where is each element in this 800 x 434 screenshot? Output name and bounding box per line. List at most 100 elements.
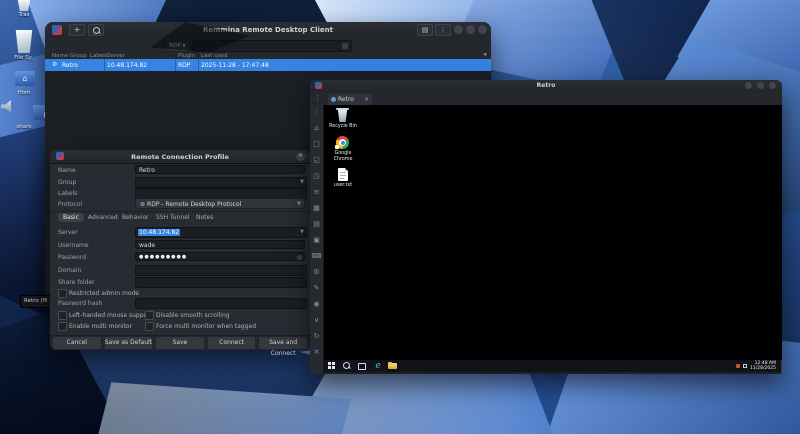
minimize-toolbar-icon[interactable]: ∨ <box>310 316 323 324</box>
tab-basic[interactable]: Basic <box>58 213 84 222</box>
tray-network-icon[interactable] <box>743 364 747 368</box>
row-name: Retro <box>62 62 78 69</box>
screenshot-area-icon[interactable]: ▣ <box>310 236 323 244</box>
rdp-tabstrip: ⋮ Retro × <box>310 92 782 106</box>
text-file-icon <box>338 168 348 181</box>
windows-taskbar: e 12:48 AM 11/28/2025 <box>324 360 782 372</box>
switch-tab-icon[interactable]: ▤ <box>310 220 323 228</box>
name-input[interactable]: Retro <box>135 165 305 174</box>
remote-desktop-view[interactable]: Recycle Bin Google Chrome <box>324 105 782 372</box>
disconnect-icon[interactable]: ✕ <box>310 348 323 356</box>
tab-advanced[interactable]: Advanced <box>88 214 118 221</box>
task-view-button[interactable] <box>358 363 366 370</box>
share-folder-input[interactable] <box>135 277 307 288</box>
tab-notes[interactable]: Notes <box>196 214 213 221</box>
multi-monitor-icon[interactable]: ▦ <box>310 204 323 212</box>
recycle-bin-label: Recycle Bin <box>325 124 361 130</box>
recycle-bin-icon <box>337 109 348 122</box>
force-multi-monitor-label: Force multi monitor when tagged <box>156 323 256 330</box>
save-button[interactable]: Save <box>155 336 205 350</box>
close-button[interactable] <box>478 25 487 34</box>
rdp-maximize-button[interactable] <box>757 82 764 89</box>
dialog-titlebar[interactable]: Remote Connection Profile ✕ <box>50 150 310 164</box>
main-search-row: RDP ▼ <box>45 38 491 54</box>
dialog-title: Remote Connection Profile <box>50 153 310 161</box>
grip-icon[interactable]: ⋮ <box>310 108 323 116</box>
rdp-minimize-button[interactable] <box>745 82 752 89</box>
user-txt-label: user.txt <box>325 183 361 189</box>
protocol-icon: ⊗ <box>136 201 147 208</box>
session-tab[interactable]: Retro × <box>328 94 372 105</box>
session-tab-icon <box>331 97 336 102</box>
share-label: share <box>4 124 44 130</box>
show-password-icon[interactable]: ◎ <box>297 253 302 262</box>
show-desktop-button[interactable] <box>781 360 782 372</box>
session-tab-close-icon[interactable]: × <box>364 96 369 103</box>
tools-icon[interactable]: ✎ <box>310 284 323 292</box>
group-caret-icon: ▼ <box>300 178 304 186</box>
left-handed-mouse-checkbox[interactable] <box>58 311 67 320</box>
file-explorer-button[interactable] <box>388 362 398 370</box>
tray-icon-a[interactable] <box>736 364 740 368</box>
domain-input[interactable] <box>135 265 307 276</box>
main-titlebar[interactable]: + Remmina Remote Desktop Client ▤ ⋮ <box>45 22 491 39</box>
dialog-tabs: Basic Advanced Behavior SSH Tunnel Notes <box>50 213 310 224</box>
main-menu-button[interactable]: ⋮ <box>435 24 451 36</box>
server-value: 10.48.174.82 <box>138 229 180 236</box>
taskbar-clock[interactable]: 12:48 AM 11/28/2025 <box>750 361 776 371</box>
file-system-label: File Sy <box>0 55 46 61</box>
password-hash-label: Password hash <box>58 300 102 307</box>
camera-icon[interactable]: ◉ <box>310 300 323 308</box>
password-input[interactable]: ●●●●●●●●● ◎ <box>135 252 305 261</box>
clear-search-icon[interactable] <box>342 43 348 49</box>
profile-badge-icon: ⚙ <box>52 61 57 68</box>
tab-behavior[interactable]: Behavior <box>122 214 149 221</box>
scaled-mode-icon[interactable]: ◳ <box>310 172 323 180</box>
rdp-window-title: Retro <box>310 82 782 89</box>
refresh-icon[interactable]: ↻ <box>310 332 323 340</box>
tabstrip-menu-icon[interactable]: ⋮ <box>314 94 321 102</box>
fullscreen-icon[interactable]: □ <box>310 140 323 148</box>
share-folder-label: Share folder <box>58 279 95 286</box>
save-and-connect-button[interactable]: Save and Connect <box>258 336 308 350</box>
rdp-close-button[interactable] <box>769 82 776 89</box>
windows-logo-icon <box>328 362 331 365</box>
cancel-button[interactable]: Cancel <box>52 336 102 350</box>
pin-icon[interactable]: ⌂ <box>310 124 323 132</box>
preferences-icon[interactable]: ⚙ <box>310 268 323 276</box>
sort-caret-icon[interactable]: ▼ <box>484 53 487 58</box>
start-button[interactable] <box>328 362 336 370</box>
keyboard-grab-icon[interactable]: ⌨ <box>310 252 323 260</box>
internet-explorer-button[interactable]: e <box>373 360 383 372</box>
restricted-admin-checkbox[interactable] <box>58 289 67 298</box>
rdp-session-window: Retro ⋮ Retro × ⋮ ⌂ □ ◱ ◳ ≡ ▦ ▤ ▣ ⌨ ⚙ <box>310 80 782 374</box>
dialog-close-button[interactable]: ✕ <box>296 152 305 161</box>
clock-date: 11/28/2025 <box>750 366 776 371</box>
connect-button[interactable]: Connect <box>207 336 257 350</box>
enable-multi-monitor-checkbox[interactable] <box>58 322 67 331</box>
maximize-button[interactable] <box>466 25 475 34</box>
username-input[interactable]: wade <box>135 240 305 249</box>
password-hash-input[interactable] <box>135 298 307 309</box>
save-as-default-button[interactable]: Save as Default <box>104 336 154 350</box>
server-caret-icon: ▼ <box>300 228 304 236</box>
minimize-button[interactable] <box>454 25 463 34</box>
view-toggle-button[interactable]: ▤ <box>417 24 433 36</box>
disable-smooth-scrolling-checkbox[interactable] <box>145 311 154 320</box>
protocol-combobox[interactable]: ⊗RDP - Remote Desktop Protocol ▼ <box>135 198 305 209</box>
dynamic-resolution-icon[interactable]: ≡ <box>310 188 323 196</box>
home-folder-icon: ⌂ <box>15 71 35 86</box>
server-combobox[interactable]: 10.48.174.82 ▼ <box>135 227 307 238</box>
force-multi-monitor-checkbox[interactable] <box>145 322 154 331</box>
remote-connection-profile-dialog: Remote Connection Profile ✕ Name Retro G… <box>50 150 310 350</box>
taskbar-search-button[interactable] <box>343 362 351 370</box>
connection-row[interactable]: ⚙ Retro 10.48.174.82 RDP 2025-11-28 - 17… <box>45 59 491 71</box>
dialog-button-bar: Cancel Save as Default Save Connect Save… <box>50 335 310 350</box>
domain-label: Domain <box>58 267 81 274</box>
chrome-label-line1: Google <box>325 151 361 157</box>
labels-label: Labels <box>58 190 77 197</box>
group-combobox[interactable]: ▼ <box>135 177 307 188</box>
fit-window-icon[interactable]: ◱ <box>310 156 323 164</box>
tab-ssh-tunnel[interactable]: SSH Tunnel <box>156 214 190 221</box>
password-label: Password <box>58 254 86 261</box>
